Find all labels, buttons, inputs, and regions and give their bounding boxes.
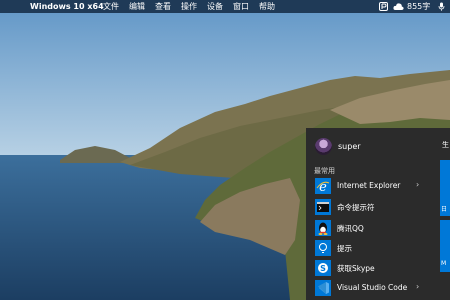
parallels-icon[interactable] <box>379 2 388 11</box>
qq-icon <box>315 220 331 236</box>
tile-label: M <box>441 260 447 267</box>
app-item-tips[interactable]: 提示 <box>306 238 434 258</box>
app-label: Internet Explorer <box>337 181 401 190</box>
tile-mail[interactable]: M <box>440 220 450 272</box>
skype-icon: S <box>315 260 331 276</box>
app-item-command-prompt[interactable]: 命令提示符 <box>306 197 434 217</box>
avatar[interactable] <box>315 138 332 155</box>
app-title-menu[interactable]: Windows 10 x64 <box>30 0 104 13</box>
tile-label: 日 <box>441 206 448 213</box>
app-label: 腾讯QQ <box>337 224 364 233</box>
start-menu: super 最常用 e Internet Explorer › 命令提示符 腾讯… <box>306 128 450 300</box>
chevron-right-icon[interactable]: › <box>416 180 419 189</box>
svg-text:S: S <box>320 264 326 273</box>
most-used-label: 最常用 <box>314 167 335 175</box>
menu-bar: Windows 10 x64 文件 编辑 查看 操作 设备 窗口 帮助 855字 <box>0 0 450 13</box>
microphone-icon[interactable] <box>438 2 445 11</box>
menu-view[interactable]: 查看 <box>155 0 171 13</box>
vscode-icon <box>315 280 331 296</box>
tiles-panel: 生 日 M <box>436 128 450 300</box>
apple-logo-icon[interactable] <box>11 0 21 13</box>
app-label: Visual Studio Code <box>337 283 408 292</box>
tile-calendar[interactable]: 日 <box>440 160 450 216</box>
menu-window[interactable]: 窗口 <box>233 0 249 13</box>
command-prompt-icon <box>315 199 331 215</box>
input-method-indicator[interactable]: 855字 <box>407 0 430 13</box>
chevron-right-icon[interactable]: › <box>416 282 419 291</box>
app-item-vscode[interactable]: Visual Studio Code › <box>306 278 434 298</box>
menu-file[interactable]: 文件 <box>103 0 119 13</box>
app-item-internet-explorer[interactable]: e Internet Explorer › <box>306 176 434 196</box>
menu-help[interactable]: 帮助 <box>259 0 275 13</box>
menu-actions[interactable]: 操作 <box>181 0 197 13</box>
cloud-icon[interactable] <box>393 2 404 11</box>
internet-explorer-icon: e <box>315 178 331 194</box>
app-label: 获取Skype <box>337 264 375 273</box>
menu-edit[interactable]: 编辑 <box>129 0 145 13</box>
tips-icon <box>315 240 331 256</box>
app-item-qq[interactable]: 腾讯QQ <box>306 218 434 238</box>
app-label: 提示 <box>337 244 352 253</box>
menu-devices[interactable]: 设备 <box>207 0 223 13</box>
user-name[interactable]: super <box>338 142 361 151</box>
tiles-group-header: 生 <box>442 141 449 149</box>
app-label: 命令提示符 <box>337 203 375 212</box>
app-item-skype[interactable]: S 获取Skype <box>306 258 434 278</box>
